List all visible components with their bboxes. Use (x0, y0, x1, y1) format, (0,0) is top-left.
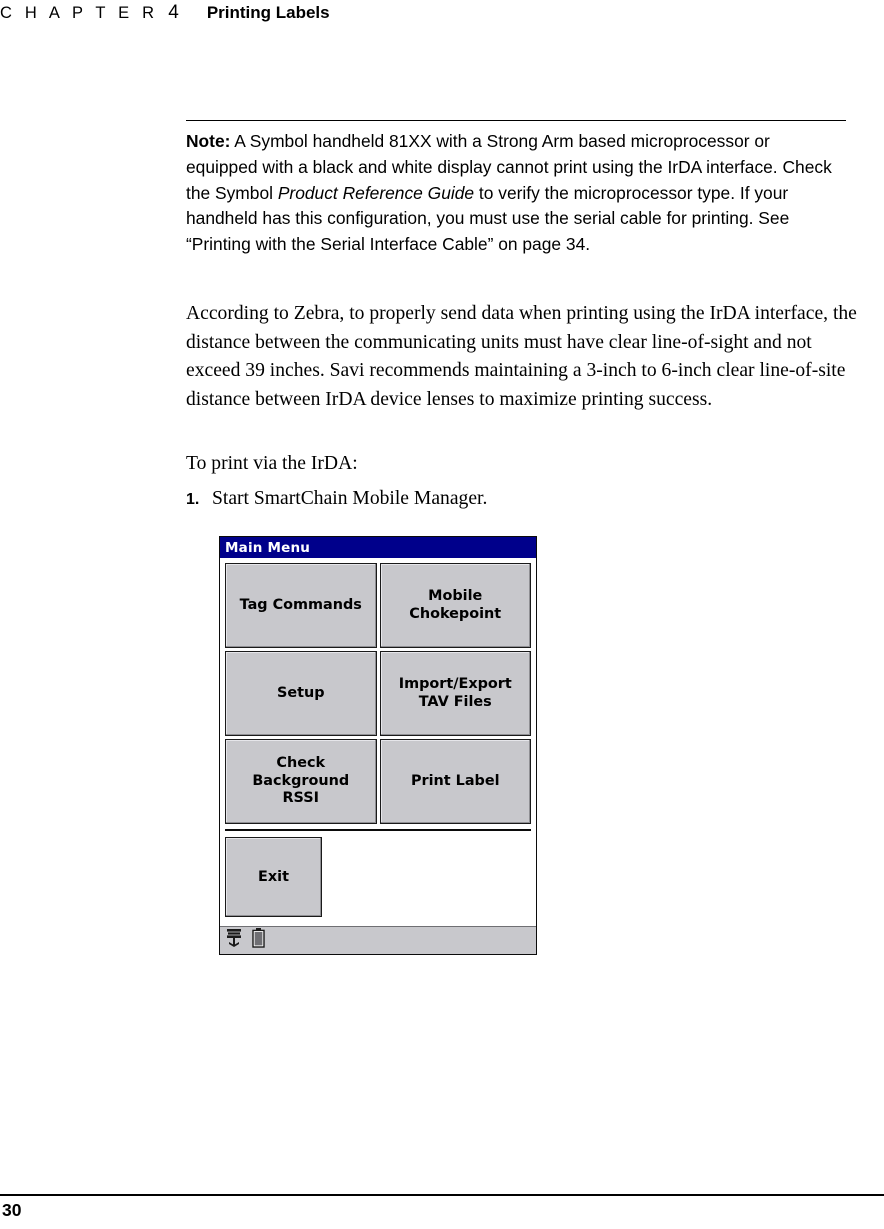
button-mobile-chokepoint[interactable]: Mobile Chokepoint (379, 563, 531, 648)
running-head: C H A P T E R 4 Printing Labels (0, 2, 884, 32)
exit-region: Exit (225, 831, 531, 926)
button-tag-commands[interactable]: Tag Commands (225, 563, 377, 648)
step-text: Start SmartChain Mobile Manager. (212, 488, 488, 509)
note-block: Note: A Symbol handheld 81XX with a Stro… (186, 120, 846, 257)
device-status-bar (220, 926, 536, 954)
chapter-title: Printing Labels (206, 3, 330, 22)
device-body: Tag Commands Mobile Chokepoint Setup Imp… (220, 558, 536, 926)
step-number: 1. (186, 491, 200, 508)
button-print-label[interactable]: Print Label (379, 739, 531, 824)
paragraph-to-print: To print via the IrDA: (186, 453, 358, 474)
chapter-word: C H A P T E R (0, 4, 159, 22)
chapter-number: 4 (168, 2, 179, 23)
button-setup[interactable]: Setup (225, 651, 377, 736)
note-text: Note: A Symbol handheld 81XX with a Stro… (186, 129, 846, 257)
battery-icon (252, 928, 265, 953)
note-italic-title: Product Reference Guide (277, 182, 475, 203)
device-titlebar: Main Menu (220, 537, 536, 558)
button-import-export-tav-files[interactable]: Import/Export TAV Files (379, 651, 531, 736)
note-top-rule (186, 120, 846, 122)
page-number: 30 (2, 1200, 22, 1220)
footer-rule (0, 1194, 884, 1196)
button-check-background-rssi[interactable]: Check Background RSSI (225, 739, 377, 824)
button-exit[interactable]: Exit (225, 837, 322, 917)
device-title: Main Menu (225, 539, 311, 556)
main-menu-button-grid: Tag Commands Mobile Chokepoint Setup Imp… (225, 563, 531, 824)
antenna-icon (225, 928, 243, 953)
note-label: Note: (186, 131, 231, 152)
step-item-1: 1. Start SmartChain Mobile Manager. (186, 485, 706, 513)
device-screenshot: Main Menu Tag Commands Mobile Chokepoint… (219, 536, 537, 955)
paragraph-zebra: According to Zebra, to properly send dat… (186, 303, 857, 410)
